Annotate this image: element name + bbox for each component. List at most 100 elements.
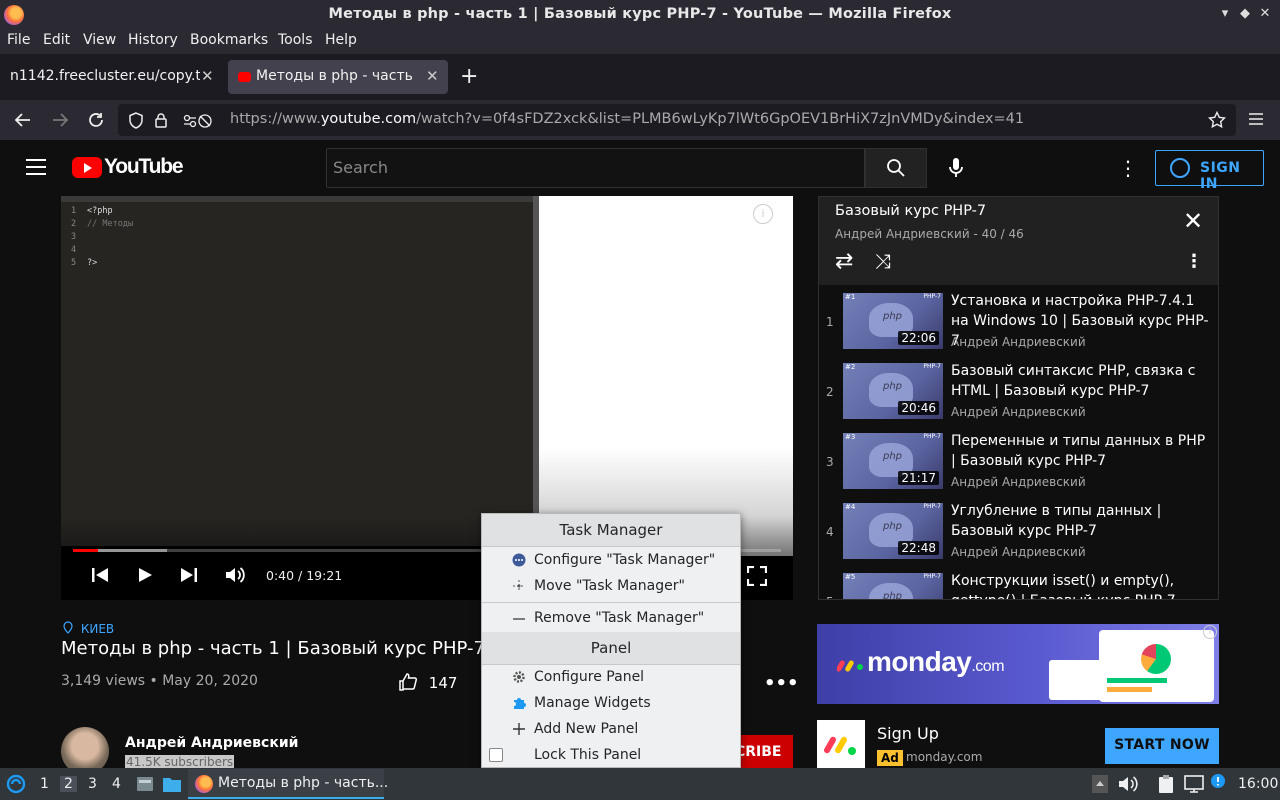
remove-task-manager-item[interactable]: Remove "Task Manager" <box>534 610 704 626</box>
reload-icon[interactable] <box>87 111 105 129</box>
gear-icon <box>513 671 525 683</box>
tab-close-icon[interactable]: ✕ <box>426 67 439 85</box>
playlist-item-thumbnail[interactable]: #4 PHP-7 22:48 <box>843 503 943 559</box>
bookmark-star-icon[interactable] <box>1208 111 1226 129</box>
lock-panel-checkbox[interactable] <box>489 748 503 762</box>
taskbar-firefox-task[interactable]: Методы в php - часть... <box>188 769 388 799</box>
ad-banner[interactable]: monday.com <box>817 624 1219 704</box>
playlist-item-title[interactable]: Конструкции isset() и empty(), gettype()… <box>951 571 1211 599</box>
lock-icon[interactable] <box>154 112 168 129</box>
playlist-item[interactable]: 5 #5 PHP-7 Конструкции isset() и empty(), g… <box>819 569 1218 599</box>
ad-info-icon[interactable]: i <box>1203 625 1217 639</box>
play-icon[interactable] <box>137 567 153 583</box>
loop-icon[interactable]: ⇄ <box>835 249 853 274</box>
back-icon[interactable] <box>14 111 32 129</box>
youtube-header: YouTube ⋮ SIGN IN <box>0 140 1280 196</box>
menu-history[interactable]: History <box>128 32 178 48</box>
updates-icon[interactable] <box>1210 773 1226 789</box>
forward-icon[interactable] <box>51 111 69 129</box>
desktop-4[interactable]: 4 <box>112 776 121 792</box>
channel-name[interactable]: Андрей Андриевский <box>125 735 298 751</box>
desktop-3[interactable]: 3 <box>88 776 97 792</box>
add-new-panel-item[interactable]: Add New Panel <box>534 721 638 737</box>
playlist-item-thumbnail[interactable]: #1 PHP-7 22:06 <box>843 293 943 349</box>
start-now-button[interactable]: START NOW <box>1105 728 1219 764</box>
menu-edit[interactable]: Edit <box>43 32 70 48</box>
url-bar[interactable]: https://www.youtube.com/watch?v=0f4sFDZ2… <box>118 104 1236 136</box>
playlist-item[interactable]: 1#1PHP-722:06Установка и настройка PHP-7… <box>819 289 1218 359</box>
video-more-icon[interactable]: ••• <box>764 673 799 694</box>
playlist-close-icon[interactable]: ✕ <box>1183 207 1203 235</box>
settings-more-icon[interactable]: ⋮ <box>1118 156 1138 180</box>
panel-context-menu: Task Manager Configure "Task Manager" Mo… <box>481 513 741 768</box>
minimize-button[interactable]: ▾ <box>1216 6 1234 21</box>
clipboard-icon[interactable] <box>1156 774 1176 794</box>
url-domain: youtube.com <box>320 111 417 127</box>
permissions-icon[interactable] <box>182 113 212 129</box>
tray-expander-icon[interactable] <box>1091 774 1109 794</box>
info-icon[interactable]: i <box>753 204 773 224</box>
menu-view[interactable]: View <box>83 32 116 48</box>
configure-icon <box>512 553 526 567</box>
app-launcher-icon[interactable] <box>6 774 26 794</box>
youtube-logo-icon[interactable] <box>72 157 102 178</box>
next-icon[interactable] <box>180 567 198 583</box>
voice-search-button[interactable] <box>937 148 975 188</box>
search-box[interactable] <box>326 148 865 188</box>
location-tag[interactable]: КИЕВ <box>63 621 114 636</box>
like-button[interactable]: 147 <box>398 672 457 692</box>
playlist-item-title[interactable]: Переменные и типы данных в PHP | Базовый… <box>951 431 1211 471</box>
folder-icon[interactable] <box>162 775 182 793</box>
desktop-2[interactable]: 2 <box>60 776 77 792</box>
maximize-button[interactable]: ◆ <box>1236 6 1254 21</box>
desktop-1[interactable]: 1 <box>40 776 49 792</box>
playlist-item-thumbnail[interactable]: #3 PHP-7 21:17 <box>843 433 943 489</box>
app-menu-icon[interactable] <box>1248 112 1264 126</box>
clock[interactable]: 16:00 <box>1238 776 1278 792</box>
network-icon[interactable] <box>1183 774 1205 794</box>
playlist-item[interactable]: 2 #2 PHP-7 20:46 Базовый синтаксис PHP, связ… <box>819 359 1218 429</box>
file-manager-icon[interactable] <box>136 775 154 793</box>
playlist-item-title[interactable]: Углубление в типы данных | Базовый курс … <box>951 501 1211 541</box>
menu-tools[interactable]: Tools <box>278 32 313 48</box>
tab-copy-txt[interactable]: n1142.freecluster.eu/copy.txt ✕ <box>2 60 224 94</box>
playlist-item-title[interactable]: Базовый синтаксис PHP, связка с HTML | Б… <box>951 361 1211 401</box>
location-label: КИЕВ <box>80 622 115 636</box>
search-input[interactable] <box>333 158 833 177</box>
close-window-button[interactable]: ✕ <box>1256 6 1274 21</box>
fullscreen-icon[interactable] <box>747 566 767 586</box>
tab-youtube[interactable]: Методы в php - часть 1 | ✕ <box>228 60 448 94</box>
playlist-item[interactable]: 4 #4 PHP-7 22:48 Углубление в типы данных | … <box>819 499 1218 569</box>
ad-app-icon[interactable] <box>817 720 865 768</box>
menu-file[interactable]: File <box>7 32 30 48</box>
lock-panel-item[interactable]: Lock This Panel <box>534 747 641 763</box>
move-task-manager-item[interactable]: Move "Task Manager" <box>534 578 685 594</box>
volume-icon[interactable] <box>225 566 247 584</box>
code-line: // Методы <box>87 219 134 229</box>
shield-icon[interactable] <box>128 112 144 129</box>
shuffle-icon[interactable]: ⤨ <box>875 249 891 273</box>
playlist-title[interactable]: Базовый курс PHP-7 <box>835 203 986 219</box>
configure-task-manager-item[interactable]: Configure "Task Manager" <box>534 552 715 568</box>
manage-widgets-item[interactable]: Manage Widgets <box>534 695 651 711</box>
new-tab-button[interactable]: + <box>460 64 478 89</box>
youtube-logo-text[interactable]: YouTube <box>104 155 184 179</box>
search-button[interactable] <box>865 148 927 188</box>
menu-help[interactable]: Help <box>325 32 357 48</box>
playlist-more-icon[interactable]: ⋮ <box>1185 251 1203 272</box>
sign-in-button[interactable]: SIGN IN <box>1155 150 1264 192</box>
previous-icon[interactable] <box>91 567 109 583</box>
subscribe-button[interactable]: CRIBE <box>735 735 793 769</box>
thumbnail-tag: PHP-7 <box>923 433 941 440</box>
tab-close-icon[interactable]: ✕ <box>201 67 214 85</box>
playlist-item-thumbnail[interactable]: #5 PHP-7 <box>843 573 943 599</box>
menu-bookmarks[interactable]: Bookmarks <box>190 32 268 48</box>
playlist-item[interactable]: 3 #3 PHP-7 21:17 Переменные и типы данных в … <box>819 429 1218 499</box>
ad-title[interactable]: Sign Up <box>877 724 939 743</box>
volume-icon[interactable] <box>1118 775 1138 793</box>
hamburger-menu-icon[interactable] <box>26 159 46 180</box>
thumbnail-number: #2 <box>845 363 856 371</box>
configure-panel-item[interactable]: Configure Panel <box>534 669 644 685</box>
playlist-item-thumbnail[interactable]: #2 PHP-7 20:46 <box>843 363 943 419</box>
thumbnail-number: #1 <box>845 293 856 301</box>
